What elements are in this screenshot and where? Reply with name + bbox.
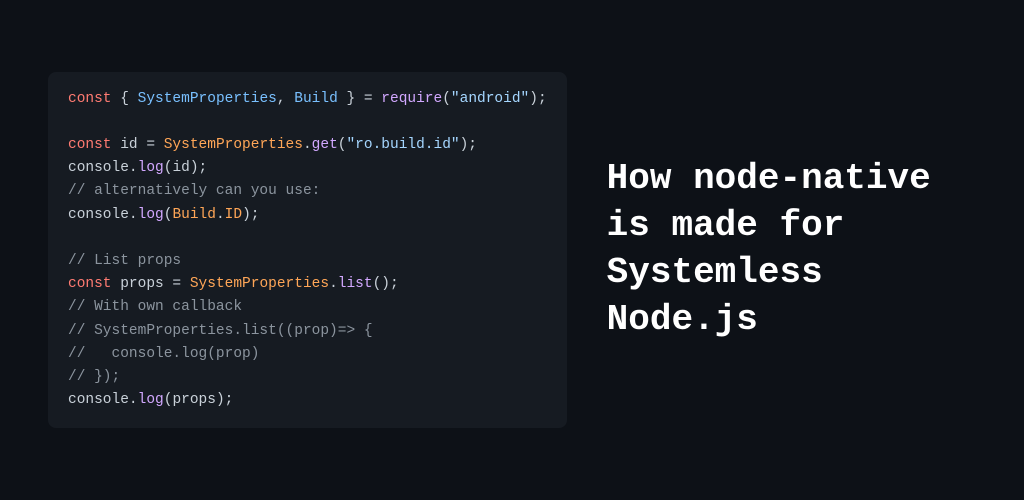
code-token: id [172, 160, 189, 176]
code-token: props [120, 276, 164, 292]
code-token: = [164, 276, 190, 292]
code-token: log [138, 207, 164, 223]
code-token: "android" [451, 91, 529, 107]
code-token: "ro.build.id" [346, 137, 459, 153]
code-token: = [138, 137, 164, 153]
code-token: { [112, 91, 138, 107]
code-token: const [68, 91, 112, 107]
code-token: . [303, 137, 312, 153]
code-token: SystemProperties [138, 91, 277, 107]
code-token: . [129, 160, 138, 176]
code-token: get [312, 137, 338, 153]
code-token: ); [190, 160, 207, 176]
code-token: = [364, 91, 381, 107]
code-token: console [68, 207, 129, 223]
code-token: . [216, 207, 225, 223]
code-token: id [120, 137, 137, 153]
code-token: SystemProperties [190, 276, 329, 292]
code-token [112, 276, 121, 292]
code-token: ); [460, 137, 477, 153]
code-token: Build [172, 207, 216, 223]
code-token: const [68, 137, 112, 153]
code-token: SystemProperties [164, 137, 303, 153]
code-token: , [277, 91, 294, 107]
code-token: console [68, 392, 129, 408]
page-title: How node-native is made for Systemless N… [607, 156, 976, 343]
code-token: . [129, 392, 138, 408]
code-token: (); [373, 276, 399, 292]
code-token: Build [294, 91, 338, 107]
code-comment: // List props [68, 253, 181, 269]
code-token: ); [216, 392, 233, 408]
code-block: const { SystemProperties, Build } = requ… [48, 72, 567, 429]
code-token: } [338, 91, 364, 107]
code-comment: // }); [68, 369, 120, 385]
code-comment: // console.log(prop) [68, 346, 259, 362]
code-token: . [329, 276, 338, 292]
code-token: ); [242, 207, 259, 223]
code-comment: // With own callback [68, 299, 242, 315]
code-token: console [68, 160, 129, 176]
code-token: props [172, 392, 216, 408]
code-token: log [138, 392, 164, 408]
code-token [112, 137, 121, 153]
code-token: . [129, 207, 138, 223]
code-token: log [138, 160, 164, 176]
code-token: ID [225, 207, 242, 223]
code-comment: // alternatively can you use: [68, 183, 320, 199]
code-token: const [68, 276, 112, 292]
code-token: list [338, 276, 373, 292]
code-comment: // SystemProperties.list((prop)=> { [68, 323, 373, 339]
code-token: require [381, 91, 442, 107]
code-token: ); [529, 91, 546, 107]
code-token: ( [442, 91, 451, 107]
